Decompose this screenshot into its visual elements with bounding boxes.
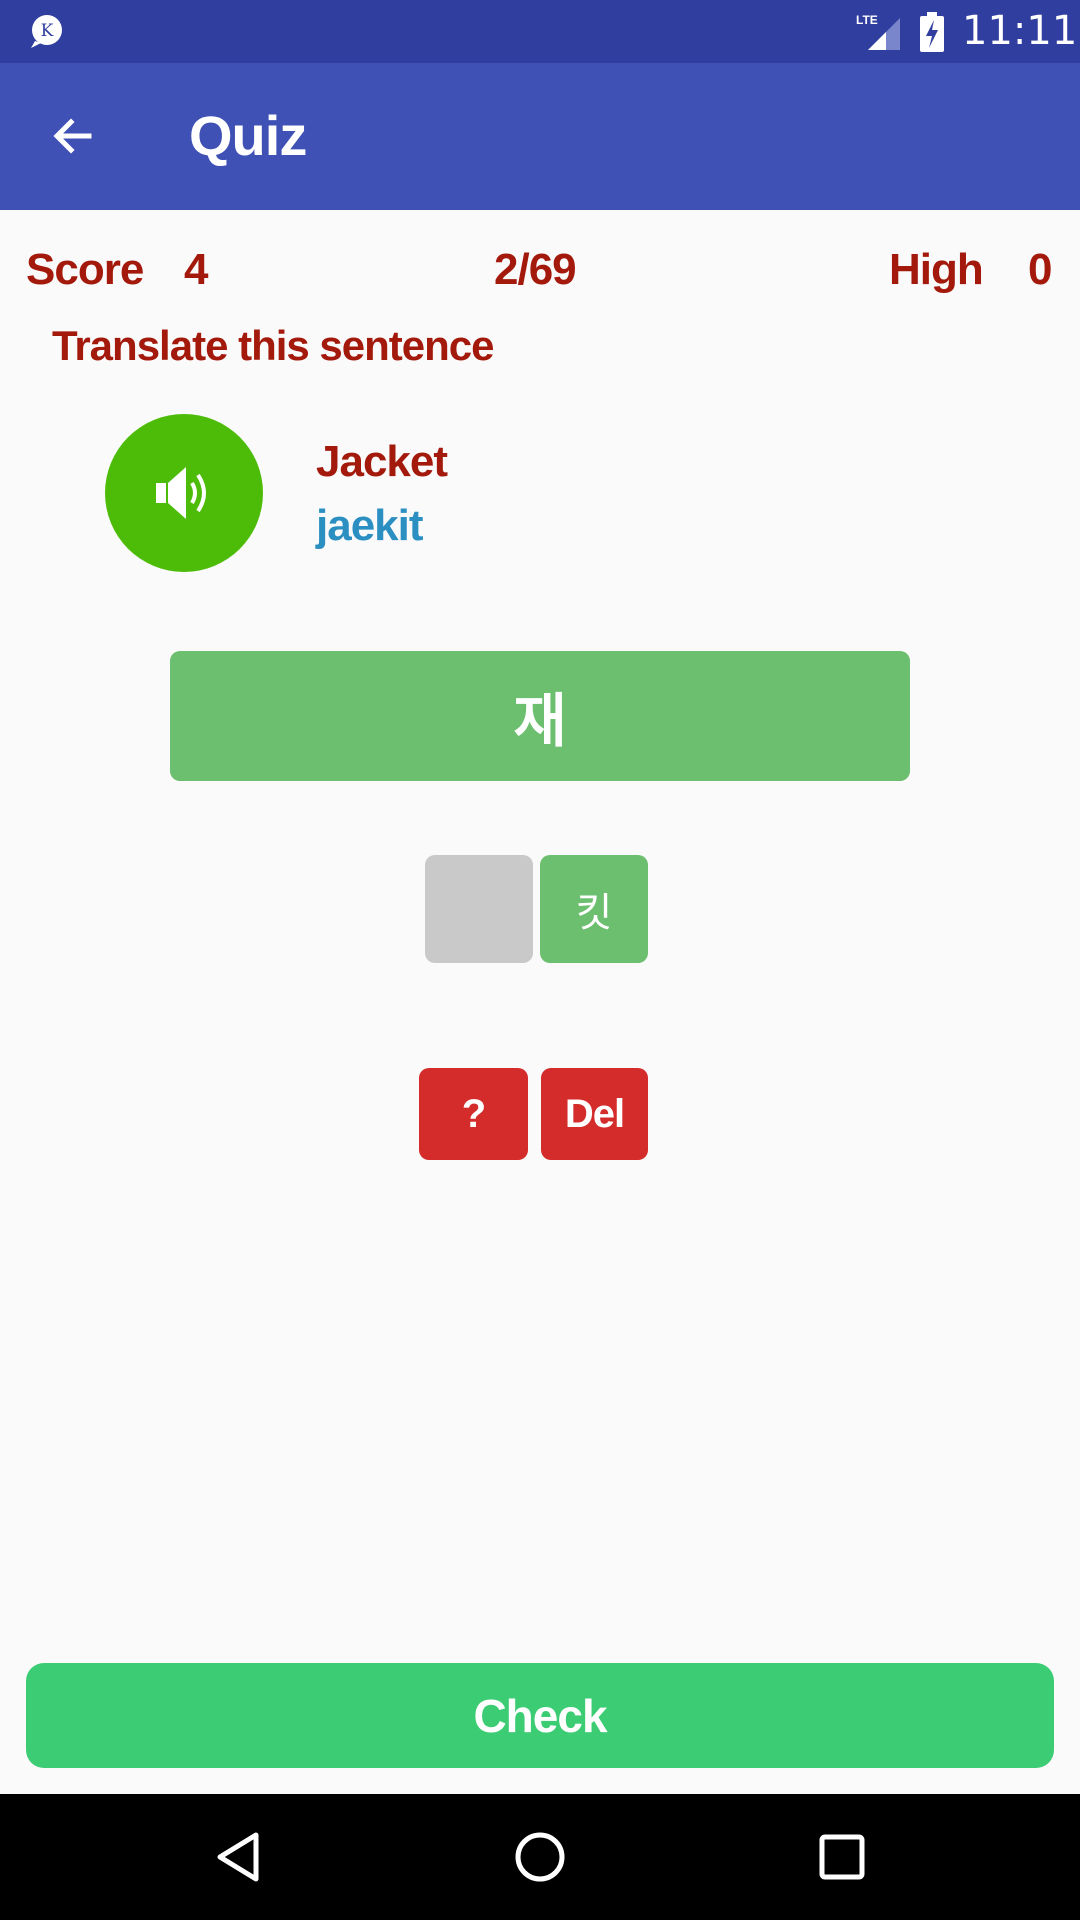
app-bar: Quiz xyxy=(0,63,1080,210)
status-time: 11:11 xyxy=(962,8,1078,54)
delete-button[interactable]: Del xyxy=(541,1068,648,1160)
score-value: 4 xyxy=(184,245,209,294)
word-english: Jacket xyxy=(316,437,448,486)
play-audio-button[interactable] xyxy=(105,414,263,572)
hint-button[interactable]: ? xyxy=(419,1068,528,1160)
question-progress: 2/69 xyxy=(494,245,577,294)
page-title: Quiz xyxy=(189,104,307,167)
arrow-back-icon xyxy=(53,118,92,154)
nav-home-icon[interactable] xyxy=(510,1827,570,1887)
instruction-text: Translate this sentence xyxy=(52,322,495,369)
answer-box: 재 xyxy=(170,651,910,781)
nav-back-icon[interactable] xyxy=(212,1827,272,1887)
nav-recents-icon[interactable] xyxy=(812,1827,872,1887)
navigation-bar xyxy=(0,1794,1080,1920)
word-romanized: jaekit xyxy=(316,501,424,550)
back-button[interactable] xyxy=(40,103,106,169)
high-score-label: High xyxy=(889,245,984,294)
check-button[interactable]: Check xyxy=(26,1663,1054,1768)
letter-tile[interactable]: 킷 xyxy=(540,855,648,963)
app-icon-letter: K xyxy=(41,21,54,41)
app-notification-icon: K xyxy=(31,15,62,48)
letter-tile-empty[interactable] xyxy=(425,855,533,963)
battery-charging-icon xyxy=(920,12,944,52)
status-bar: K LTE 11:11 xyxy=(0,0,1080,63)
network-type: LTE xyxy=(856,13,878,27)
lte-signal-icon: LTE xyxy=(856,13,900,50)
high-score-value: 0 xyxy=(1028,245,1053,294)
score-label: Score xyxy=(26,245,144,294)
speaker-icon xyxy=(156,467,206,519)
